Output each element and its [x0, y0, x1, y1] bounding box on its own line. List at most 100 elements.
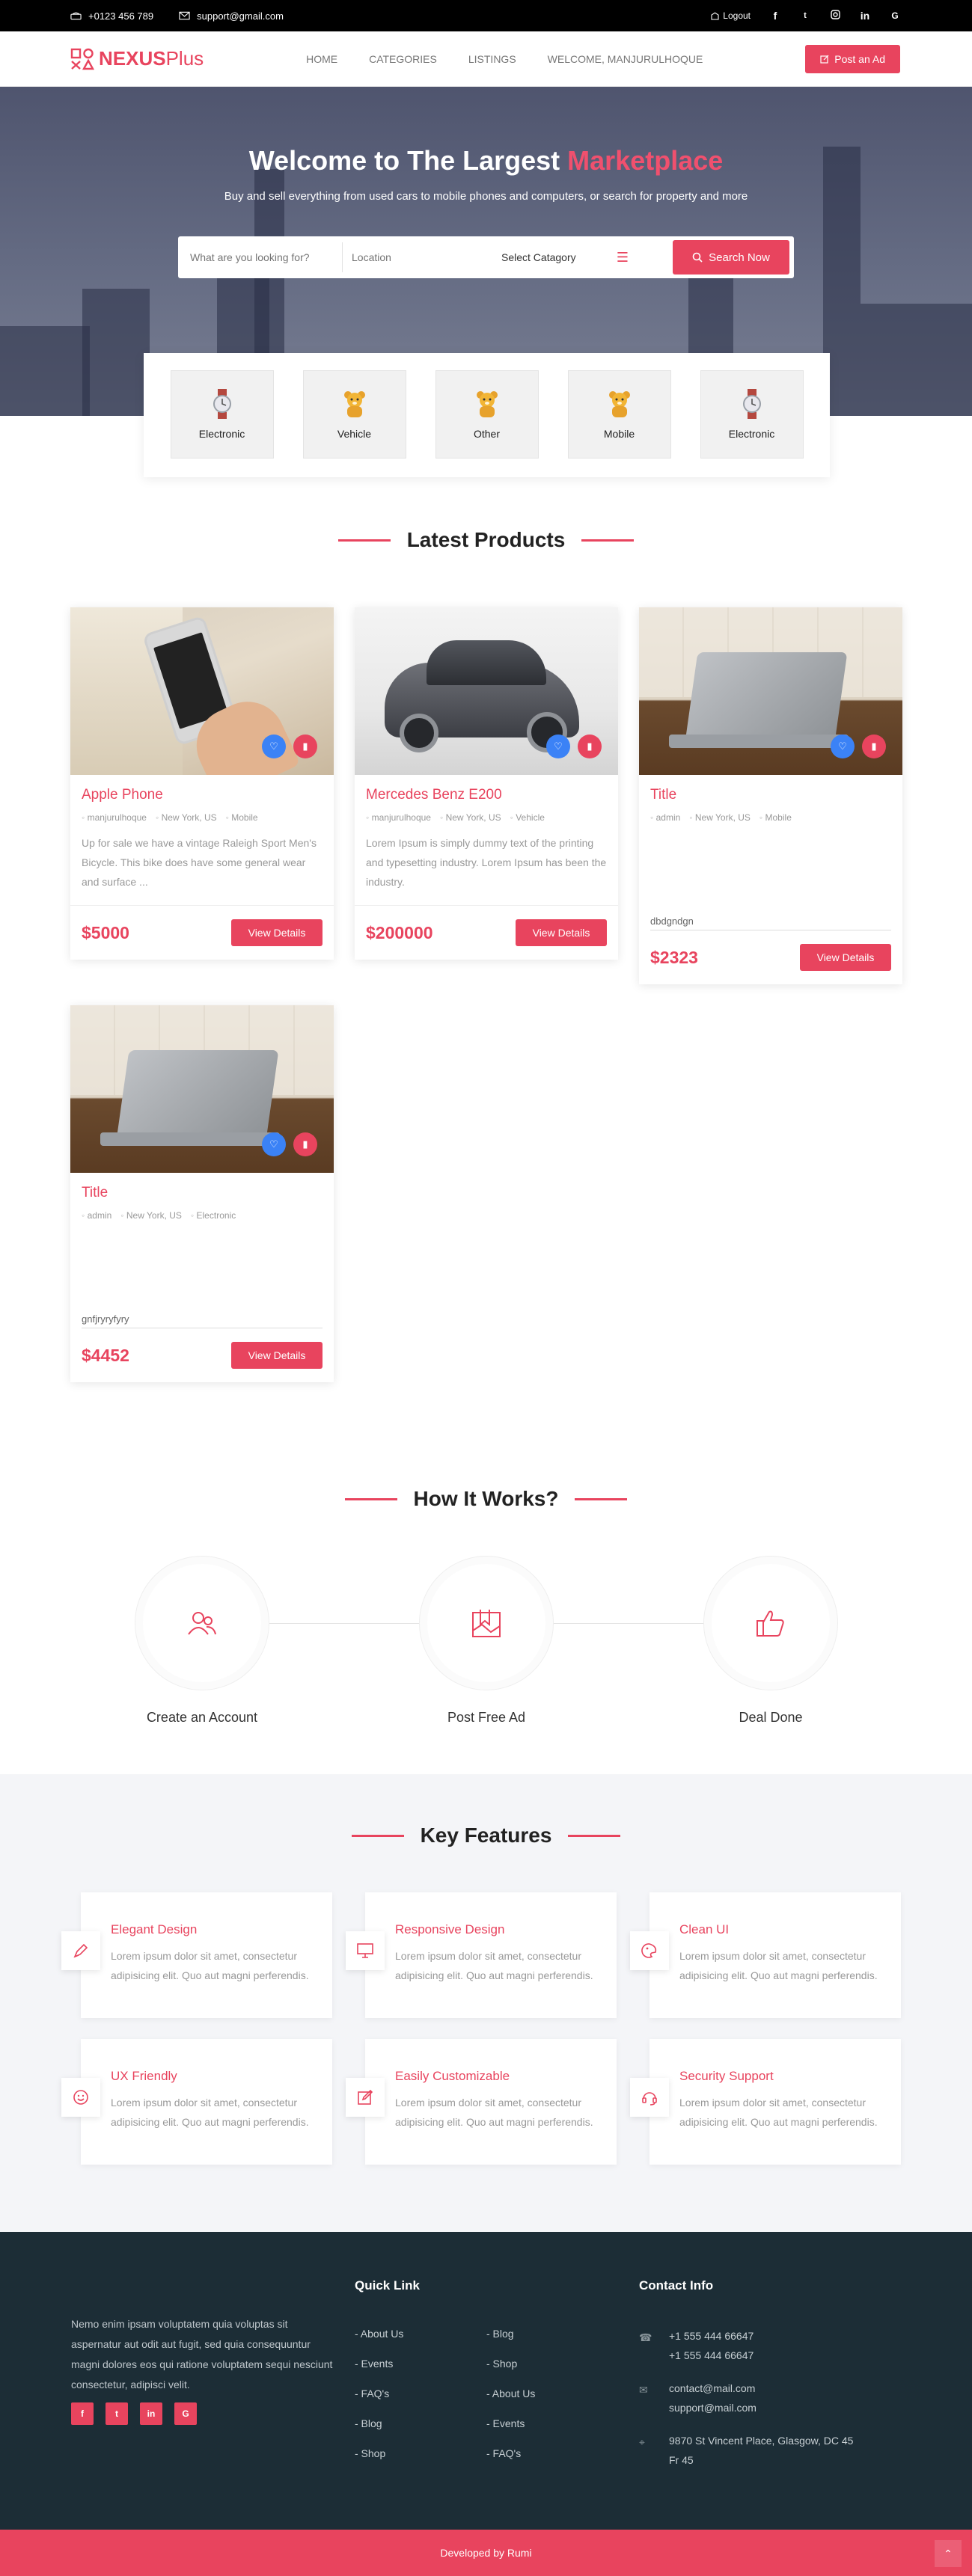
google-plus-icon[interactable]: G [890, 10, 900, 21]
feature-title: UX Friendly [111, 2069, 177, 2083]
logout-link[interactable]: Logout [711, 10, 751, 21]
search-now-button[interactable]: Search Now [673, 240, 789, 275]
linkedin-icon[interactable]: in [140, 2402, 162, 2425]
bookmark-icon[interactable]: ▮ [293, 1132, 317, 1156]
address-line: Fr 45 [669, 2454, 694, 2466]
nav-welcome-user[interactable]: WELCOME, MANJURULHOQUE [548, 53, 703, 65]
category-tile[interactable]: Vehicle [302, 370, 406, 459]
logo-main: NEXUS [99, 47, 166, 70]
heart-icon[interactable]: ♡ [831, 735, 855, 758]
category-tile[interactable]: Electronic [700, 370, 804, 459]
heart-icon[interactable]: ♡ [262, 1132, 286, 1156]
view-details-button[interactable]: View Details [231, 919, 323, 946]
category-tile[interactable]: Mobile [567, 370, 671, 459]
category-tile[interactable]: Electronic [170, 370, 274, 459]
facebook-icon[interactable]: f [770, 10, 780, 22]
google-plus-icon[interactable]: G [174, 2402, 197, 2425]
step-label: Deal Done [739, 1710, 803, 1725]
view-details-button[interactable]: View Details [231, 1342, 323, 1369]
footer-link[interactable]: - About Us [486, 2379, 535, 2408]
category-select[interactable]: Select Catagory ☰ [501, 250, 638, 266]
email-text[interactable]: support@gmail.com [197, 10, 284, 22]
category-tile[interactable]: Other [435, 370, 539, 459]
contact-phone: +1 555 444 66647 [669, 2330, 754, 2342]
search-input[interactable] [190, 242, 343, 272]
email-info: support@gmail.com [179, 10, 284, 22]
site-logo[interactable]: NEXUS Plus [70, 47, 204, 70]
twitter-icon[interactable]: t [106, 2402, 128, 2425]
bookmark-icon[interactable]: ▮ [578, 735, 602, 758]
latest-products-heading: Latest Products [0, 528, 972, 552]
facebook-icon[interactable]: f [71, 2402, 94, 2425]
heading-line [575, 1497, 628, 1500]
product-card: ♡ ▮ Title admin New York, US Electronic … [70, 1005, 334, 1382]
product-image[interactable]: ♡ ▮ [639, 607, 902, 775]
feature-title: Responsive Design [395, 1922, 505, 1936]
footer-link[interactable]: - FAQ's [486, 2438, 535, 2468]
skyline-building [82, 289, 150, 416]
view-details-button[interactable]: View Details [516, 919, 607, 946]
feature-text: Lorem ipsum dolor sit amet, consectetur … [111, 1950, 309, 1981]
product-image[interactable]: ♡ ▮ [70, 1005, 334, 1173]
feature-title: Elegant Design [111, 1922, 198, 1936]
product-image[interactable]: ♡ ▮ [70, 607, 334, 775]
product-card: ♡ ▮ Title admin New York, US Mobile dbdg… [639, 607, 902, 984]
monitor-icon [346, 1931, 385, 1970]
footer-link[interactable]: - Shop [486, 2349, 535, 2379]
product-category: Mobile [226, 812, 257, 823]
envelope-icon [179, 11, 190, 20]
menu-icon: ☰ [616, 249, 629, 265]
contact-email[interactable]: contact@mail.com [669, 2379, 756, 2398]
product-body: Title admin New York, US Electronic gnfj… [70, 1173, 334, 1328]
heart-icon[interactable]: ♡ [546, 735, 570, 758]
location-input[interactable] [343, 242, 501, 272]
product-meta: manjurulhoque New York, US Mobile [82, 812, 323, 823]
nav-links: HOME CATEGORIES LISTINGS WELCOME, MANJUR… [306, 53, 703, 65]
linkedin-icon[interactable]: in [860, 10, 870, 22]
top-right: Logout f t in G [711, 10, 900, 22]
product-image[interactable]: ♡ ▮ [355, 607, 618, 775]
product-price: $200000 [366, 922, 433, 942]
hero-title-main: Welcome to The Largest [248, 145, 560, 176]
key-features-heading: Key Features [0, 1824, 972, 1847]
footer-link[interactable]: - Blog [355, 2408, 403, 2438]
instagram-icon[interactable] [830, 10, 840, 22]
nav-listings[interactable]: LISTINGS [468, 53, 516, 65]
product-title[interactable]: Mercedes Benz E200 [366, 787, 607, 803]
product-category: Vehicle [510, 812, 545, 823]
category-label: Other [473, 428, 500, 440]
twitter-icon[interactable]: t [800, 11, 810, 20]
feature-title: Clean UI [679, 1922, 730, 1936]
watch-icon [213, 389, 231, 419]
heart-icon[interactable]: ♡ [262, 735, 286, 758]
scroll-top-icon[interactable]: ⌃ [935, 2540, 962, 2567]
footer-link[interactable]: - About Us [355, 2319, 403, 2349]
view-details-button[interactable]: View Details [800, 944, 891, 971]
product-title[interactable]: Title [650, 787, 891, 803]
latest-products-title: Latest Products [406, 528, 566, 551]
bookmark-icon[interactable]: ▮ [293, 735, 317, 758]
footer-link[interactable]: - Blog [486, 2319, 535, 2349]
heading-line [568, 1834, 621, 1837]
product-price: $5000 [82, 922, 129, 942]
step-label: Post Free Ad [447, 1710, 526, 1725]
pen-icon [61, 1931, 100, 1970]
contact-address: ⌖ 9870 St Vincent Place, Glasgow, DC 45 … [639, 2431, 864, 2470]
bookmark-icon[interactable]: ▮ [862, 735, 886, 758]
footer-link[interactable]: - Shop [355, 2438, 403, 2468]
category-panel: Electronic Vehicle Other Mobile Electron… [144, 353, 830, 477]
product-title[interactable]: Title [82, 1185, 323, 1201]
nav-home[interactable]: HOME [306, 53, 337, 65]
post-ad-button[interactable]: Post an Ad [805, 44, 900, 73]
product-price: $4452 [82, 1345, 129, 1365]
footer-link[interactable]: - Events [486, 2408, 535, 2438]
product-location: New York, US [689, 812, 751, 823]
contact-phones: ☎ +1 555 444 66647 +1 555 444 66647 [639, 2326, 754, 2365]
footer-link[interactable]: - FAQ's [355, 2379, 403, 2408]
nav-categories[interactable]: CATEGORIES [369, 53, 437, 65]
contact-email[interactable]: support@mail.com [669, 2398, 756, 2417]
product-body: Title admin New York, US Mobile dbdgndgn [639, 775, 902, 930]
step-circle [135, 1556, 269, 1690]
product-title[interactable]: Apple Phone [82, 787, 323, 803]
footer-link[interactable]: - Events [355, 2349, 403, 2379]
